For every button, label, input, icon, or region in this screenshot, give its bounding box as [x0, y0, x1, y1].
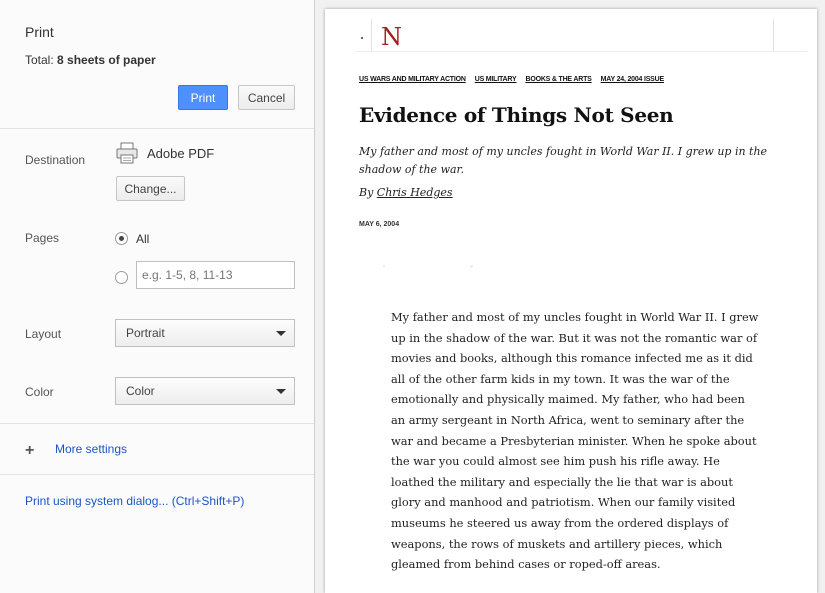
pages-custom-radio[interactable]: [115, 271, 128, 284]
printer-icon: [116, 142, 138, 169]
chevron-down-icon: [276, 389, 286, 394]
decorative-mark: [383, 266, 385, 267]
color-select[interactable]: Color: [115, 377, 295, 405]
pages-label: Pages: [25, 231, 60, 245]
total-sheets: Total: 8 sheets of paper: [25, 53, 156, 67]
author-link: Chris Hedges: [376, 186, 453, 199]
destination-label: Destination: [25, 153, 86, 167]
more-settings-link[interactable]: More settings: [55, 442, 127, 456]
decorative-mark: [470, 266, 473, 267]
divider: [0, 128, 314, 129]
layout-value: Portrait: [126, 326, 165, 340]
category-tag: US MILITARY: [474, 76, 517, 83]
chevron-down-icon: [276, 331, 286, 336]
color-value: Color: [126, 384, 155, 398]
article-byline: By Chris Hedges: [359, 186, 453, 199]
system-dialog-link[interactable]: Print using system dialog... (Ctrl+Shift…: [25, 494, 244, 508]
category-tags: US WARS AND MILITARY ACTION US MILITARY …: [359, 76, 664, 83]
layout-label: Layout: [25, 327, 62, 341]
pages-all-label: All: [136, 232, 150, 246]
article-headline: Evidence of Things Not Seen: [359, 103, 674, 127]
print-button[interactable]: Print: [178, 85, 228, 110]
pages-all-radio[interactable]: [115, 232, 128, 245]
divider: [0, 423, 314, 424]
byline-prefix: By: [359, 186, 377, 199]
article-date: MAY 6, 2004: [359, 221, 400, 228]
divider: [773, 19, 774, 51]
print-title: Print: [25, 24, 54, 40]
color-label: Color: [25, 385, 54, 399]
total-value: 8 sheets of paper: [57, 53, 156, 67]
article-body: My father and most of my uncles fought i…: [391, 310, 759, 572]
print-settings-panel: Print Total: 8 sheets of paper Print Can…: [0, 0, 315, 593]
publication-logo: N: [381, 23, 402, 51]
change-destination-button[interactable]: Change...: [116, 176, 185, 201]
article-dek: My father and most of my uncles fought i…: [359, 145, 768, 176]
category-tag: MAY 24, 2004 ISSUE: [600, 76, 665, 83]
plus-icon[interactable]: +: [25, 443, 34, 459]
decorative-dot: [361, 37, 363, 39]
destination-printer: Adobe PDF: [147, 146, 215, 161]
divider: [0, 474, 314, 475]
category-tag: BOOKS & THE ARTS: [525, 76, 592, 83]
pages-range-input[interactable]: [136, 261, 295, 289]
divider: [371, 19, 372, 51]
header-divider: [355, 51, 807, 52]
layout-select[interactable]: Portrait: [115, 319, 295, 347]
category-tag: US WARS AND MILITARY ACTION: [359, 76, 466, 83]
cancel-button[interactable]: Cancel: [238, 85, 295, 110]
total-label: Total:: [25, 53, 58, 67]
print-preview-page: N US WARS AND MILITARY ACTION US MILITAR…: [325, 9, 817, 593]
